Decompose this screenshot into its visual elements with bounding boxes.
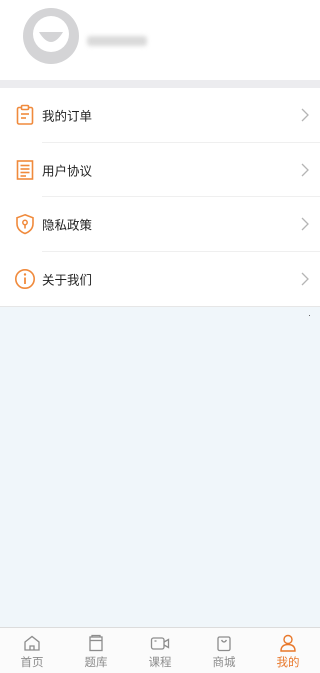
chevron-right-icon — [301, 163, 309, 177]
tab-label: 课程 — [148, 655, 172, 669]
tab-label: 商城 — [212, 655, 236, 669]
shield-icon — [16, 214, 34, 235]
person-icon — [280, 634, 296, 652]
user-id-blurred — [87, 36, 147, 46]
info-icon — [15, 268, 35, 289]
tab-home[interactable]: 首页 — [0, 628, 64, 673]
menu-item-label: 我的订单 — [42, 108, 93, 124]
tab-label: 首页 — [20, 655, 44, 669]
menu-item-label: 关于我们 — [42, 272, 93, 288]
shopping-bag-icon — [217, 636, 231, 652]
menu-item-label: 隐私政策 — [42, 217, 93, 233]
section-gap — [0, 80, 320, 88]
video-camera-icon — [150, 637, 170, 650]
chevron-right-icon — [301, 272, 309, 286]
clipboard-icon — [16, 104, 34, 126]
profile-header[interactable] — [0, 0, 320, 80]
menu-item-privacy-policy[interactable]: 隐私政策 — [0, 197, 320, 252]
tab-label: 题库 — [84, 655, 108, 669]
tab-courses[interactable]: 课程 — [128, 628, 192, 673]
menu-list: 我的订单 用户协议 隐私政策 关于我们 — [0, 88, 320, 307]
menu-item-orders[interactable]: 我的订单 — [0, 88, 320, 143]
tab-mine[interactable]: 我的 — [256, 628, 320, 673]
menu-item-label: 用户协议 — [42, 163, 93, 179]
tab-label: 我的 — [276, 655, 300, 669]
menu-item-about-us[interactable]: 关于我们 — [0, 252, 320, 307]
question-bank-icon — [89, 634, 103, 652]
dot — [309, 315, 310, 316]
home-icon — [24, 635, 40, 651]
chevron-right-icon — [301, 217, 309, 231]
tab-shop[interactable]: 商城 — [192, 628, 256, 673]
avatar[interactable] — [23, 8, 79, 64]
bottom-tab-bar: 首页 题库 课程 商城 我的 — [0, 627, 320, 673]
chevron-right-icon — [301, 108, 309, 122]
document-icon — [16, 159, 34, 180]
menu-item-user-agreement[interactable]: 用户协议 — [0, 143, 320, 197]
tab-question-bank[interactable]: 题库 — [64, 628, 128, 673]
